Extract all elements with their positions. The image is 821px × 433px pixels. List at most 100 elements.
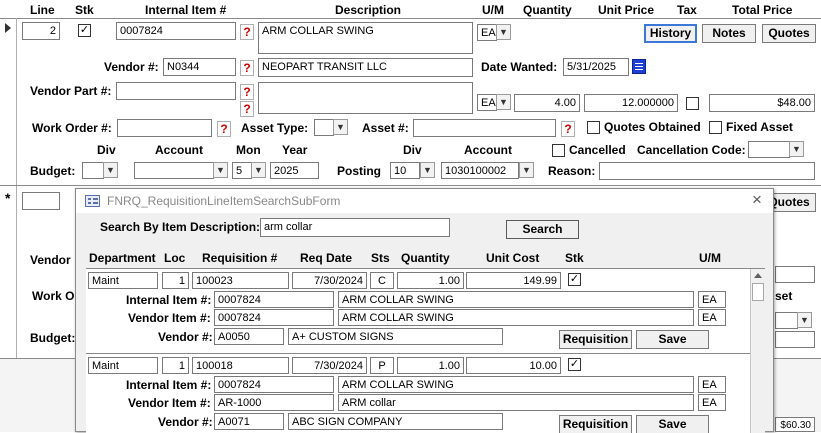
posting-div-chevron-down-icon[interactable]: ▼ xyxy=(420,162,435,178)
result-requisition[interactable]: 100023 xyxy=(192,272,289,289)
result-stk-checkbox[interactable]: ✓ xyxy=(568,358,581,371)
budget-year-field[interactable]: 2025 xyxy=(270,162,319,179)
result-internal-desc[interactable]: ARM COLLAR SWING xyxy=(338,376,694,393)
reason-field[interactable] xyxy=(599,162,815,180)
stk-checkbox[interactable]: ✓ xyxy=(78,24,91,37)
new-record-selector[interactable]: * xyxy=(0,186,17,358)
vendor-part-field[interactable] xyxy=(116,82,236,100)
budget-account-chevron-down-icon[interactable]: ▼ xyxy=(213,162,228,178)
new-dropdown-field[interactable] xyxy=(775,312,798,329)
vendor-field[interactable]: N0344 xyxy=(163,58,236,76)
asset-type-field[interactable] xyxy=(314,119,334,136)
quotes-obtained-checkbox[interactable] xyxy=(587,121,600,134)
calendar-icon[interactable] xyxy=(632,59,646,74)
um-dropdown-chevron-down-icon[interactable]: ▼ xyxy=(496,24,511,40)
result-department[interactable]: Maint xyxy=(88,272,158,289)
vendor-name-field[interactable]: NEOPART TRANSIT LLC xyxy=(258,58,473,77)
search-input[interactable]: arm collar xyxy=(260,218,450,237)
um2-dropdown-chevron-down-icon[interactable]: ▼ xyxy=(496,94,511,110)
result-unit-cost[interactable]: 149.99 xyxy=(466,272,561,289)
um-field[interactable]: EA xyxy=(477,24,497,41)
result-req-date[interactable]: 7/30/2024 xyxy=(292,272,367,289)
vendor-part-lookup-button-2[interactable]: ? xyxy=(240,101,254,117)
result-stk-checkbox[interactable]: ✓ xyxy=(568,273,581,286)
list-item[interactable]: Maint 1 100018 7/30/2024 P 1.00 10.00 ✓ … xyxy=(86,354,750,433)
total-price-field[interactable]: $48.00 xyxy=(709,94,815,112)
result-vendor-um[interactable]: EA xyxy=(698,394,726,411)
budget-div-chevron-down-icon[interactable]: ▼ xyxy=(103,162,118,178)
result-vendor-desc[interactable]: ARM collar xyxy=(338,394,694,411)
tax-checkbox[interactable] xyxy=(686,97,699,110)
result-vendor-um[interactable]: EA xyxy=(698,309,726,326)
asset-lookup-button[interactable]: ? xyxy=(561,121,575,137)
history-button[interactable]: History xyxy=(644,24,697,43)
posting-account-field[interactable]: 1030100002 xyxy=(441,162,519,179)
list-item[interactable]: Maint 1 100023 7/30/2024 C 1.00 149.99 ✓… xyxy=(86,269,750,354)
budget-div-field[interactable] xyxy=(82,162,104,179)
result-internal-um[interactable]: EA xyxy=(698,291,726,308)
vendor-part-lookup-button[interactable]: ? xyxy=(240,84,254,100)
result-vendor[interactable]: A0050 xyxy=(214,328,284,345)
um-field-2[interactable]: EA xyxy=(477,94,497,111)
result-req-date[interactable]: 7/30/2024 xyxy=(292,357,367,374)
notes-button[interactable]: Notes xyxy=(702,24,756,43)
posting-div-field[interactable]: 10 xyxy=(390,162,420,179)
budget-account-field[interactable] xyxy=(134,162,214,179)
result-department[interactable]: Maint xyxy=(88,357,158,374)
vendor-description-field[interactable] xyxy=(258,82,473,114)
new-line-number-field[interactable] xyxy=(22,192,60,210)
search-button[interactable]: Search xyxy=(506,220,579,239)
work-order-lookup-button[interactable]: ? xyxy=(217,121,231,137)
save-button[interactable]: Save xyxy=(636,415,709,433)
new-dropdown-chevron-down-icon[interactable]: ▼ xyxy=(797,312,812,328)
asset-field[interactable] xyxy=(413,119,556,137)
internal-item-lookup-button[interactable]: ? xyxy=(240,24,254,40)
line-number-field[interactable]: 2 xyxy=(22,22,60,40)
description-field[interactable]: ARM COLLAR SWING xyxy=(258,22,473,54)
results-scrollbar[interactable] xyxy=(750,269,765,433)
result-sts[interactable]: P xyxy=(370,357,394,374)
subform-title-bar[interactable]: FNRQ_RequisitionLineItemSearchSubForm × xyxy=(76,189,773,213)
record-selector[interactable] xyxy=(0,18,17,186)
vendor-lookup-button[interactable]: ? xyxy=(240,60,254,76)
scrollbar-thumb[interactable] xyxy=(752,283,764,301)
save-button[interactable]: Save xyxy=(636,330,709,349)
quotes-button[interactable]: Quotes xyxy=(762,24,816,43)
result-unit-cost[interactable]: 10.00 xyxy=(466,357,561,374)
cancellation-code-field[interactable] xyxy=(748,141,790,158)
cancellation-code-chevron-down-icon[interactable]: ▼ xyxy=(789,141,804,157)
result-internal-item[interactable]: 0007824 xyxy=(214,291,334,308)
result-vendor-item[interactable]: 0007824 xyxy=(214,309,334,326)
unit-price-field[interactable]: 12.000000 xyxy=(584,94,678,112)
budget-mon-chevron-down-icon[interactable]: ▼ xyxy=(251,162,266,178)
result-vendor-name[interactable]: ABC SIGN COMPANY xyxy=(288,413,503,430)
requisition-button[interactable]: Requisition xyxy=(559,415,632,433)
new-reason-field[interactable] xyxy=(775,331,815,348)
budget-mon-field[interactable]: 5 xyxy=(232,162,252,179)
quantity-field[interactable]: 4.00 xyxy=(514,94,580,112)
result-requisition[interactable]: 100018 xyxy=(192,357,289,374)
result-internal-item[interactable]: 0007824 xyxy=(214,376,334,393)
result-internal-desc[interactable]: ARM COLLAR SWING xyxy=(338,291,694,308)
posting-account-chevron-down-icon[interactable]: ▼ xyxy=(519,162,534,178)
asset-type-chevron-down-icon[interactable]: ▼ xyxy=(333,119,348,135)
result-loc[interactable]: 1 xyxy=(162,272,189,289)
scroll-up-icon[interactable] xyxy=(754,273,762,278)
result-internal-um[interactable]: EA xyxy=(698,376,726,393)
fixed-asset-checkbox[interactable] xyxy=(709,121,722,134)
result-vendor-name[interactable]: A+ CUSTOM SIGNS xyxy=(288,328,503,345)
close-icon[interactable]: × xyxy=(752,190,762,210)
result-vendor[interactable]: A0071 xyxy=(214,413,284,430)
result-quantity[interactable]: 1.00 xyxy=(397,357,464,374)
work-order-field[interactable] xyxy=(117,119,212,137)
date-wanted-field[interactable]: 5/31/2025 xyxy=(563,58,629,76)
requisition-button[interactable]: Requisition xyxy=(559,330,632,349)
new-total-field[interactable] xyxy=(775,266,815,283)
result-vendor-item[interactable]: AR-1000 xyxy=(214,394,334,411)
result-loc[interactable]: 1 xyxy=(162,357,189,374)
result-vendor-desc[interactable]: ARM COLLAR SWING xyxy=(338,309,694,326)
result-sts[interactable]: C xyxy=(370,272,394,289)
cancelled-checkbox[interactable] xyxy=(552,144,565,157)
result-quantity[interactable]: 1.00 xyxy=(397,272,464,289)
internal-item-field[interactable]: 0007824 xyxy=(116,22,236,40)
